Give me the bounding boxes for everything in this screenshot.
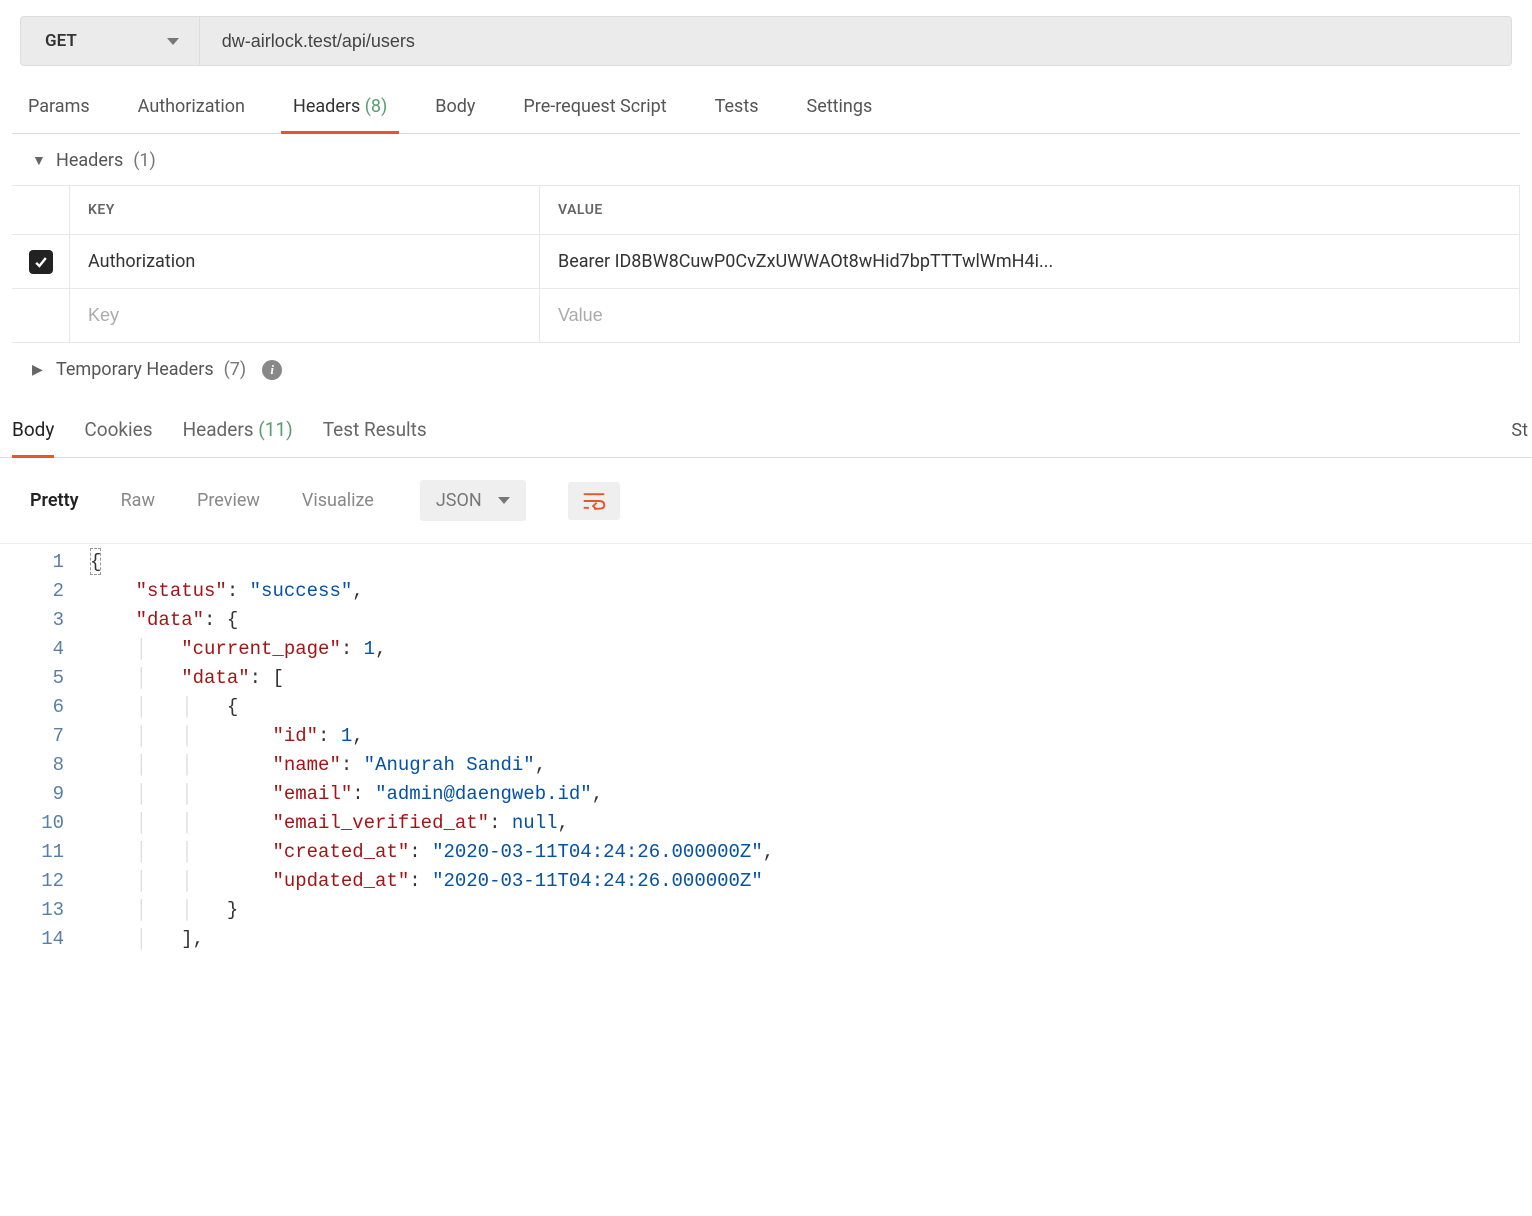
http-method-label: GET <box>45 31 77 51</box>
format-label: JSON <box>436 490 482 511</box>
wrap-icon <box>582 490 606 512</box>
view-preview[interactable]: Preview <box>197 490 260 511</box>
resp-tab-headers-label: Headers <box>183 418 254 441</box>
tab-headers-count: (8) <box>365 96 388 117</box>
view-raw[interactable]: Raw <box>121 490 155 511</box>
chevron-down-icon <box>498 497 510 504</box>
url-input[interactable] <box>200 17 1511 65</box>
tab-params[interactable]: Params <box>28 82 90 133</box>
headers-section-toggle[interactable]: ▼ Headers (1) <box>12 134 1520 185</box>
response-status: St <box>1511 420 1528 441</box>
header-key-cell[interactable]: Authorization <box>70 235 540 288</box>
tab-authorization[interactable]: Authorization <box>138 82 245 133</box>
response-body-code[interactable]: 1 2 3 4 5 6 7 8 9 10 11 12 13 14 { "stat… <box>0 543 1532 958</box>
header-value-input[interactable] <box>558 305 1501 326</box>
tab-body[interactable]: Body <box>435 82 475 133</box>
request-url-bar: GET <box>20 16 1512 66</box>
resp-tab-testresults[interactable]: Test Results <box>323 404 427 457</box>
chevron-down-icon <box>167 38 179 45</box>
wrap-lines-button[interactable] <box>568 482 620 520</box>
temp-headers-count: (7) <box>224 359 247 380</box>
caret-down-icon: ▼ <box>32 152 46 169</box>
http-method-select[interactable]: GET <box>21 17 200 65</box>
line-gutter: 1 2 3 4 5 6 7 8 9 10 11 12 13 14 <box>0 544 90 958</box>
header-key-input-cell[interactable] <box>70 289 540 342</box>
view-visualize[interactable]: Visualize <box>302 490 374 511</box>
header-value-input-cell[interactable] <box>540 289 1520 342</box>
caret-right-icon: ▶ <box>32 362 46 378</box>
response-tabs: Body Cookies Headers (11) Test Results S… <box>0 404 1532 458</box>
response-view-bar: Pretty Raw Preview Visualize JSON <box>0 458 1532 543</box>
row-checkbox-empty <box>12 289 70 342</box>
tab-prerequest[interactable]: Pre-request Script <box>523 82 666 133</box>
headers-section-title: Headers <box>56 150 123 171</box>
request-tabs: Params Authorization Headers (8) Body Pr… <box>12 82 1520 134</box>
table-header-row: KEY VALUE <box>12 186 1520 235</box>
temp-headers-toggle[interactable]: ▶ Temporary Headers (7) i <box>12 343 1520 394</box>
tab-settings[interactable]: Settings <box>807 82 873 133</box>
format-select[interactable]: JSON <box>420 480 526 521</box>
tab-headers-label: Headers <box>293 96 360 117</box>
header-check-col <box>12 186 70 234</box>
header-value-cell[interactable]: Bearer ID8BW8CuwP0CvZxUWWAOt8wHid7bpTTTw… <box>540 235 1520 288</box>
row-checkbox[interactable] <box>29 250 53 274</box>
resp-tab-headers[interactable]: Headers (11) <box>183 404 293 457</box>
header-value-col: VALUE <box>540 186 1520 234</box>
table-row: Authorization Bearer ID8BW8CuwP0CvZxUWWA… <box>12 235 1520 289</box>
row-checkbox-cell <box>12 235 70 288</box>
header-key-col: KEY <box>70 186 540 234</box>
resp-tab-cookies[interactable]: Cookies <box>84 404 152 457</box>
headers-table: KEY VALUE Authorization Bearer ID8BW8Cuw… <box>12 185 1520 343</box>
resp-tab-headers-count: (11) <box>258 418 292 441</box>
info-icon[interactable]: i <box>262 360 282 380</box>
temp-headers-title: Temporary Headers <box>56 359 214 380</box>
tab-tests[interactable]: Tests <box>715 82 759 133</box>
view-pretty[interactable]: Pretty <box>30 490 79 511</box>
table-row-empty <box>12 289 1520 343</box>
code-content[interactable]: { "status": "success", "data": { │ "curr… <box>90 544 1532 958</box>
check-icon <box>33 254 49 270</box>
resp-tab-body[interactable]: Body <box>12 404 54 457</box>
headers-section-count: (1) <box>133 150 156 171</box>
header-key-input[interactable] <box>88 305 521 326</box>
tab-headers[interactable]: Headers (8) <box>293 82 387 133</box>
